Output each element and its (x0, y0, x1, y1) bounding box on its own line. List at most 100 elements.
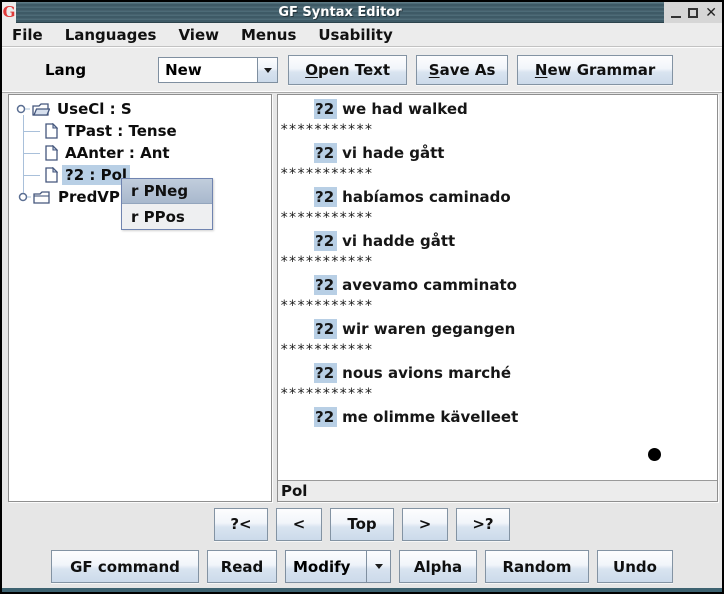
gf-command-button[interactable]: GF command (51, 550, 199, 583)
chevron-down-icon (375, 564, 383, 569)
separator-line: *********** (278, 298, 717, 320)
prev-node-button[interactable]: < (276, 508, 322, 541)
tree-connector-line (23, 115, 24, 193)
minimize-icon[interactable] (671, 7, 681, 18)
tree-node-tpast[interactable]: TPast : Tense (9, 120, 271, 142)
focus-token[interactable]: ?2 (314, 407, 337, 427)
maximize-icon[interactable] (688, 8, 698, 18)
read-button[interactable]: Read (207, 550, 277, 583)
sentence-line-swedish[interactable]: ?2 vi hade gått (278, 144, 717, 166)
menu-bar: File Languages View Menus Usability (2, 23, 722, 47)
sentence-line-spanish[interactable]: ?2 habíamos caminado (278, 188, 717, 210)
lang-label: Lang (45, 61, 86, 79)
syntax-tree-panel[interactable]: UseCl : S TPast : Tense AAnter : Ant (8, 94, 272, 502)
close-icon[interactable]: ✕ (705, 6, 717, 20)
sentence-text: wir waren gegangen (342, 320, 515, 338)
open-text-mnemonic: O (305, 61, 318, 79)
lang-select-value: New (159, 58, 257, 82)
modify-select-value: Modify (286, 551, 366, 582)
context-menu-item-ppos[interactable]: r PPos (122, 204, 212, 229)
window-bottom-edge (2, 588, 722, 592)
toolbar: Lang New Open Text Save As New Grammar (2, 47, 722, 93)
folder-closed-icon (33, 190, 51, 205)
refinement-context-menu: r PNeg r PPos (121, 178, 213, 230)
action-row: GF command Read Modify Alpha Random Undo (2, 545, 722, 588)
gf-logo-icon: G (2, 2, 16, 23)
save-as-mnemonic: S (429, 61, 440, 79)
sentence-line-german[interactable]: ?2 wir waren gegangen (278, 320, 717, 342)
sentence-line-italian[interactable]: ?2 avevamo camminato (278, 276, 717, 298)
sentence-line-norwegian[interactable]: ?2 vi hadde gått (278, 232, 717, 254)
sentence-text: vi hadde gått (342, 232, 455, 250)
focus-token[interactable]: ?2 (314, 319, 337, 339)
tree-node-label: AAnter : Ant (62, 143, 173, 163)
open-text-button[interactable]: Open Text (288, 55, 407, 85)
menu-menus[interactable]: Menus (230, 26, 307, 44)
title-bar: G GF Syntax Editor ✕ (2, 2, 722, 23)
open-text-label: pen Text (318, 61, 390, 79)
sentence-text: vi hade gått (342, 144, 444, 162)
title-strip[interactable]: GF Syntax Editor (16, 2, 664, 23)
separator-line: *********** (278, 166, 717, 188)
chevron-down-icon (264, 68, 272, 73)
next-node-button[interactable]: > (402, 508, 448, 541)
sentence-text: habíamos caminado (342, 188, 511, 206)
main-area: UseCl : S TPast : Tense AAnter : Ant (2, 93, 722, 503)
lang-select-arrow[interactable] (257, 58, 277, 82)
focus-token[interactable]: ?2 (314, 275, 337, 295)
syntax-tree: UseCl : S TPast : Tense AAnter : Ant (9, 95, 271, 501)
modify-select-arrow[interactable] (366, 551, 390, 582)
tree-node-aanter[interactable]: AAnter : Ant (9, 142, 271, 164)
sentence-text: we had walked (342, 100, 468, 118)
sentence-text: avevamo camminato (342, 276, 517, 294)
sentence-text: me olimme kävelleet (342, 408, 518, 426)
gf-syntax-editor-window: G GF Syntax Editor ✕ File Languages View… (0, 0, 724, 594)
leaf-file-icon (45, 145, 58, 161)
folder-open-icon (32, 102, 50, 117)
new-grammar-mnemonic: N (535, 61, 548, 79)
next-metavariable-button[interactable]: >? (456, 508, 510, 541)
tree-connector-line (23, 175, 40, 176)
separator-line: *********** (278, 386, 717, 408)
focused-category-label: Pol (281, 482, 307, 500)
menu-languages[interactable]: Languages (54, 26, 168, 44)
context-menu-item-pneg[interactable]: r PNeg (122, 179, 212, 204)
save-as-label: ave As (440, 61, 496, 79)
tree-connector-line (23, 153, 40, 154)
menu-view[interactable]: View (167, 26, 230, 44)
leaf-file-icon (45, 123, 58, 139)
prev-metavariable-button[interactable]: ?< (214, 508, 268, 541)
new-grammar-label: ew Grammar (547, 61, 655, 79)
focus-token[interactable]: ?2 (314, 99, 337, 119)
linearization-output-pane[interactable]: ?2 we had walked *********** ?2 vi hade gå… (278, 95, 717, 481)
status-strip: Pol (278, 481, 717, 501)
focus-token[interactable]: ?2 (314, 363, 337, 383)
separator-line: *********** (278, 122, 717, 144)
output-column: ?2 we had walked *********** ?2 vi hade gå… (277, 94, 718, 502)
tree-node-label: TPast : Tense (62, 121, 180, 141)
tree-node-usecl[interactable]: UseCl : S (9, 98, 271, 120)
lang-select[interactable]: New (158, 57, 278, 83)
window-title: GF Syntax Editor (278, 5, 401, 20)
cursor-dot (648, 448, 661, 461)
menu-file[interactable]: File (12, 26, 54, 44)
menu-usability[interactable]: Usability (307, 26, 403, 44)
window-controls: ✕ (664, 2, 722, 23)
focus-token[interactable]: ?2 (314, 187, 337, 207)
separator-line: *********** (278, 342, 717, 364)
focus-token[interactable]: ?2 (314, 231, 337, 251)
sentence-line-french[interactable]: ?2nous avions marché (278, 364, 717, 386)
separator-line: *********** (278, 254, 717, 276)
undo-button[interactable]: Undo (597, 550, 673, 583)
top-button[interactable]: Top (330, 508, 394, 541)
save-as-button[interactable]: Save As (416, 55, 508, 85)
sentence-line-english[interactable]: ?2 we had walked (278, 100, 717, 122)
modify-select[interactable]: Modify (285, 550, 391, 583)
focus-token[interactable]: ?2 (314, 143, 337, 163)
new-grammar-button[interactable]: New Grammar (517, 55, 673, 85)
sentence-line-finnish[interactable]: ?2 me olimme kävelleet (278, 408, 717, 430)
tree-node-label: UseCl : S (54, 99, 135, 119)
alpha-button[interactable]: Alpha (399, 550, 477, 583)
tree-expanded-handle-icon[interactable] (15, 102, 30, 116)
random-button[interactable]: Random (485, 550, 589, 583)
